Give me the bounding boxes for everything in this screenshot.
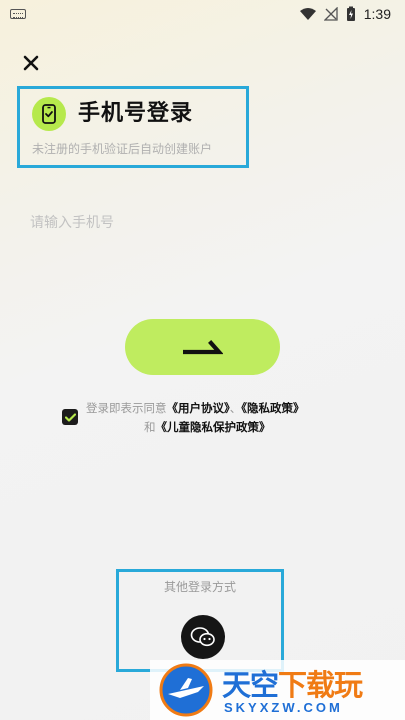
agreement-text: 登录即表示同意《用户协议》、《隐私政策》 和《儿童隐私保护政策》 (86, 399, 356, 437)
watermark-logo (159, 663, 213, 717)
watermark-brand-part1: 天空 (222, 668, 279, 702)
children-privacy-link[interactable]: 《儿童隐私保护政策》 (156, 420, 271, 434)
page-subtitle: 未注册的手机验证后自动创建账户 (32, 142, 213, 156)
watermark: 天空下载玩 SKYXZW.COM (150, 660, 405, 720)
arrow-right-icon (182, 340, 223, 355)
page-title: 手机号登录 (78, 101, 194, 126)
agreement-separator: 、 (229, 401, 242, 415)
phone-badge (32, 97, 66, 131)
other-login-label: 其他登录方式 (163, 580, 236, 594)
watermark-brand: 天空下载玩 (222, 662, 363, 704)
other-login-section: 其他登录方式 (116, 569, 284, 672)
status-time: 1:39 (363, 6, 391, 22)
agreement-and: 和 (144, 420, 156, 434)
agreement-prefix: 登录即表示同意 (86, 401, 167, 415)
close-button[interactable] (20, 52, 42, 74)
phone-number-input[interactable] (30, 206, 375, 240)
watermark-domain: SKYXZW.COM (224, 700, 343, 715)
wechat-login-button[interactable] (181, 615, 225, 659)
user-agreement-link[interactable]: 《用户协议》 (167, 401, 230, 415)
watermark-brand-part2: 下载玩 (278, 668, 363, 702)
checkmark-icon (64, 412, 76, 422)
status-bar: 1:39 (0, 0, 405, 28)
battery-charging-icon (346, 6, 355, 21)
next-button[interactable] (125, 319, 280, 375)
keyboard-icon (10, 9, 26, 19)
wechat-icon (190, 627, 215, 647)
phone-check-icon (42, 104, 56, 124)
agreement-checkbox[interactable] (62, 409, 78, 425)
wifi-icon (299, 7, 316, 20)
login-header: 手机号登录 未注册的手机验证后自动创建账户 (17, 86, 249, 168)
signal-off-icon (323, 7, 338, 21)
close-icon (23, 55, 39, 71)
privacy-policy-link[interactable]: 《隐私政策》 (241, 401, 304, 415)
